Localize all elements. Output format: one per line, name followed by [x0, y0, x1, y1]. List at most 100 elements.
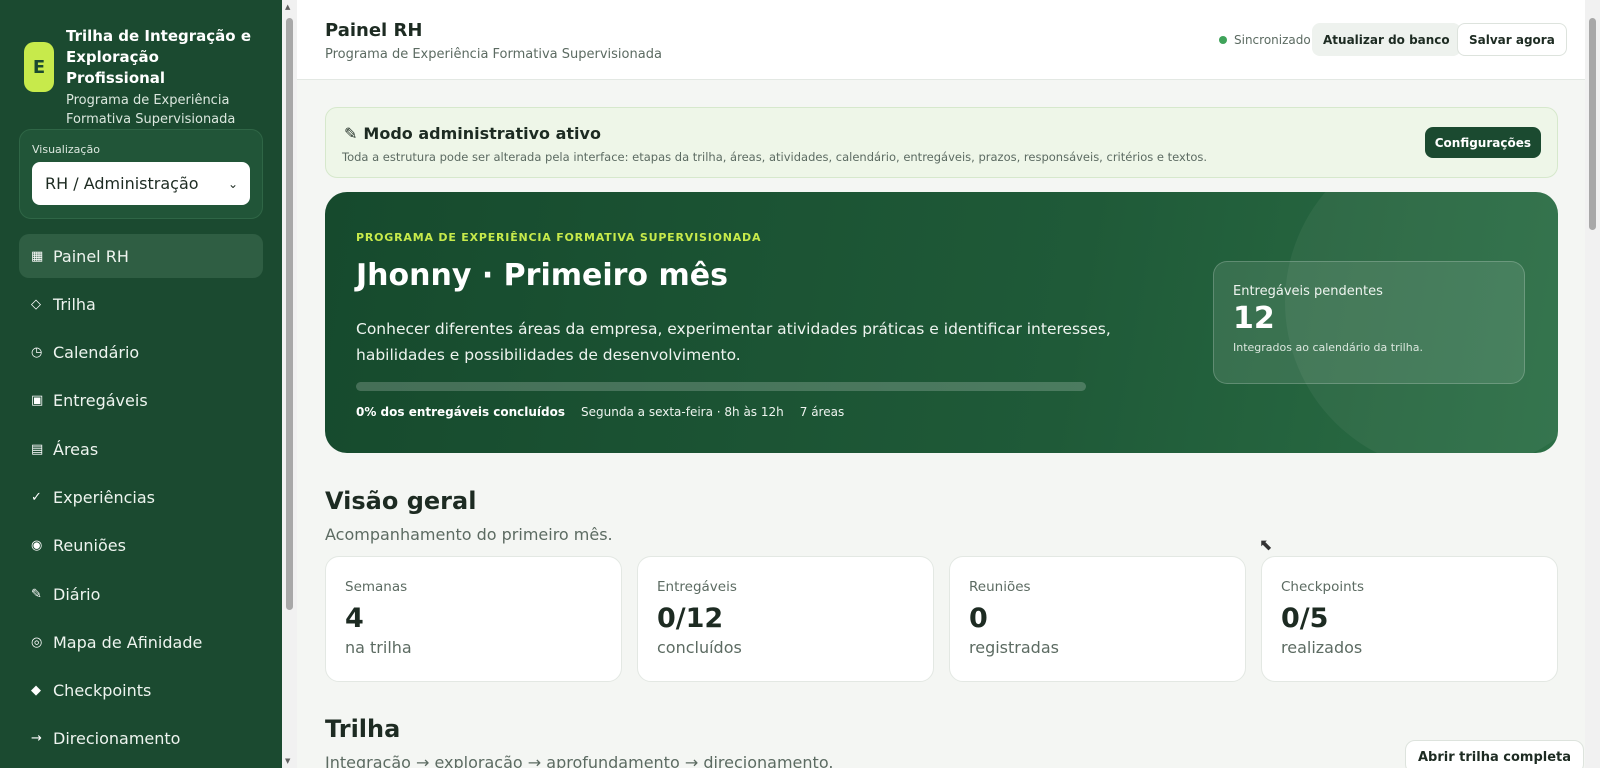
sidebar-item-label: Checkpoints: [53, 681, 152, 701]
sidebar-nav: ▦ Painel RH ◇ Trilha ◷ Calendário ▣ Entr…: [19, 234, 263, 765]
stat-label: Semanas: [345, 579, 408, 595]
stat-value: 4: [345, 603, 364, 634]
stat-card-weeks: Semanas 4 na trilha: [325, 556, 622, 682]
overview-title: Visão geral: [325, 487, 477, 515]
admin-mode-title-text: Modo administrativo ativo: [363, 124, 601, 143]
areas-count-label: 7 áreas: [799, 405, 845, 419]
dashboard-icon: ▦: [31, 248, 44, 264]
stat-label: Checkpoints: [1281, 579, 1364, 595]
stat-label: Reuniões: [969, 579, 1031, 595]
sidebar-item-experiencias[interactable]: ✓ Experiências: [19, 475, 263, 519]
pending-note: Integrados ao calendário da trilha.: [1233, 341, 1423, 354]
diamond-outline-icon: ◇: [31, 296, 41, 312]
sidebar-item-label: Direcionamento: [53, 729, 181, 749]
sidebar-item-label: Painel RH: [53, 246, 129, 266]
admin-mode-description: Toda a estrutura pode ser alterada pela …: [342, 150, 1208, 164]
hero-title: Jhonny · Primeiro mês: [356, 258, 728, 293]
sidebar-item-label: Mapa de Afinidade: [53, 632, 203, 652]
sidebar-item-diario[interactable]: ✎ Diário: [19, 572, 263, 616]
stat-unit: na trilha: [345, 638, 412, 657]
clock-icon: ◷: [31, 345, 43, 361]
hero-eyebrow: PROGRAMA DE EXPERIÊNCIA FORMATIVA SUPERV…: [356, 231, 762, 244]
list-icon: ▤: [31, 441, 44, 457]
update-from-db-button[interactable]: Atualizar do banco: [1312, 23, 1461, 56]
stat-value: 0: [969, 603, 988, 634]
stat-unit: registradas: [969, 638, 1059, 657]
stat-card-meetings: Reuniões 0 registradas: [949, 556, 1246, 682]
chevron-down-icon: ⌄: [227, 176, 238, 191]
sidebar-item-label: Reuniões: [53, 536, 126, 556]
stat-value: 0/5: [1281, 603, 1329, 634]
pencil-icon: ✎: [344, 124, 358, 143]
program-hero-card: PROGRAMA DE EXPERIÊNCIA FORMATIVA SUPERV…: [325, 192, 1558, 453]
visualization-selected-value: RH / Administração: [45, 174, 199, 193]
sync-status-label: Sincronizado: [1234, 33, 1311, 47]
sidebar-scrollbar[interactable]: ▲ ▼: [282, 0, 297, 768]
settings-button[interactable]: Configurações: [1424, 127, 1541, 158]
overview-subtitle: Acompanhamento do primeiro mês.: [325, 525, 613, 544]
sidebar-item-label: Experiências: [53, 487, 155, 507]
stat-unit: concluídos: [657, 638, 742, 657]
target-icon: ◎: [31, 634, 43, 650]
save-now-button[interactable]: Salvar agora: [1457, 23, 1567, 56]
sidebar-item-label: Diário: [53, 584, 101, 604]
schedule-label: Segunda a sexta-feira · 8h às 12h: [581, 405, 784, 419]
hero-description: Conhecer diferentes áreas da empresa, ex…: [356, 320, 1111, 364]
sidebar-item-calendario[interactable]: ◷ Calendário: [19, 331, 263, 375]
brand: E Trilha de Integração e Exploração Prof…: [24, 26, 256, 129]
pending-value: 12: [1233, 301, 1275, 336]
visualization-label: Visualização: [32, 143, 100, 156]
visualization-panel: Visualização RH / Administração ⌄: [19, 129, 263, 219]
sidebar-scrollbar-thumb[interactable]: [286, 18, 293, 610]
sidebar: E Trilha de Integração e Exploração Prof…: [0, 0, 282, 768]
radio-dot-icon: ◉: [31, 538, 43, 554]
diamond-filled-icon: ◆: [31, 683, 41, 699]
sidebar-item-checkpoints[interactable]: ◆ Checkpoints: [19, 669, 263, 713]
scroll-down-arrow-icon[interactable]: ▼: [285, 757, 290, 765]
main-scrollbar-thumb[interactable]: [1589, 18, 1596, 230]
brand-subtitle: Programa de Experiência Formativa Superv…: [66, 93, 236, 127]
sidebar-item-direcionamento[interactable]: → Direcionamento: [19, 717, 263, 761]
status-dot-icon: [1219, 36, 1227, 44]
stat-card-checkpoints: Checkpoints 0/5 realizados: [1261, 556, 1558, 682]
stat-label: Entregáveis: [657, 579, 737, 595]
stat-card-deliverables: Entregáveis 0/12 concluídos: [637, 556, 934, 682]
stat-value: 0/12: [657, 603, 724, 634]
deliverables-progress-bar: [356, 382, 1086, 391]
mouse-cursor-icon: ⬉: [1259, 535, 1273, 554]
admin-mode-banner: ✎ Modo administrativo ativo Toda a estru…: [325, 107, 1558, 178]
page-title: Painel RH: [325, 20, 423, 41]
hero-meta: 0% dos entregáveis concluídos Segunda a …: [356, 405, 844, 419]
sidebar-item-reunioes[interactable]: ◉ Reuniões: [19, 524, 263, 568]
stat-unit: realizados: [1281, 638, 1363, 657]
admin-mode-title: ✎ Modo administrativo ativo: [344, 124, 601, 143]
sidebar-item-painel-rh[interactable]: ▦ Painel RH: [19, 234, 263, 278]
overview-stats: Semanas 4 na trilha Entregáveis 0/12 con…: [325, 556, 1558, 682]
sync-status: Sincronizado: [1219, 33, 1311, 47]
sidebar-item-label: Entregáveis: [53, 391, 148, 411]
visualization-select[interactable]: RH / Administração ⌄: [32, 162, 250, 205]
pending-deliverables-card: Entregáveis pendentes 12 Integrados ao c…: [1213, 261, 1525, 384]
top-header: Painel RH Programa de Experiência Format…: [297, 0, 1585, 80]
brand-logo: E: [24, 42, 54, 92]
arrow-right-icon: →: [31, 731, 42, 747]
sidebar-item-label: Áreas: [53, 439, 99, 459]
sidebar-item-areas[interactable]: ▤ Áreas: [19, 427, 263, 471]
trail-title: Trilha: [325, 715, 401, 743]
pending-label: Entregáveis pendentes: [1233, 284, 1383, 299]
open-full-trail-button[interactable]: Abrir trilha completa: [1405, 740, 1585, 768]
brand-title: Trilha de Integração e Exploração Profis…: [66, 27, 251, 87]
main-scrollbar[interactable]: [1585, 0, 1600, 768]
progress-label: 0% dos entregáveis concluídos: [356, 405, 566, 419]
sidebar-item-label: Trilha: [53, 294, 96, 314]
sidebar-item-label: Calendário: [53, 343, 140, 363]
pencil-icon: ✎: [31, 586, 42, 602]
check-icon: ✓: [31, 489, 42, 505]
square-box-icon: ▣: [31, 393, 44, 409]
sidebar-item-entregaveis[interactable]: ▣ Entregáveis: [19, 379, 263, 423]
sidebar-item-mapa-de-afinidade[interactable]: ◎ Mapa de Afinidade: [19, 620, 263, 664]
page-subtitle: Programa de Experiência Formativa Superv…: [325, 47, 662, 62]
scroll-up-arrow-icon[interactable]: ▲: [285, 3, 290, 11]
trail-subtitle: Integração → exploração → aprofundamento…: [325, 753, 834, 768]
sidebar-item-trilha[interactable]: ◇ Trilha: [19, 282, 263, 326]
